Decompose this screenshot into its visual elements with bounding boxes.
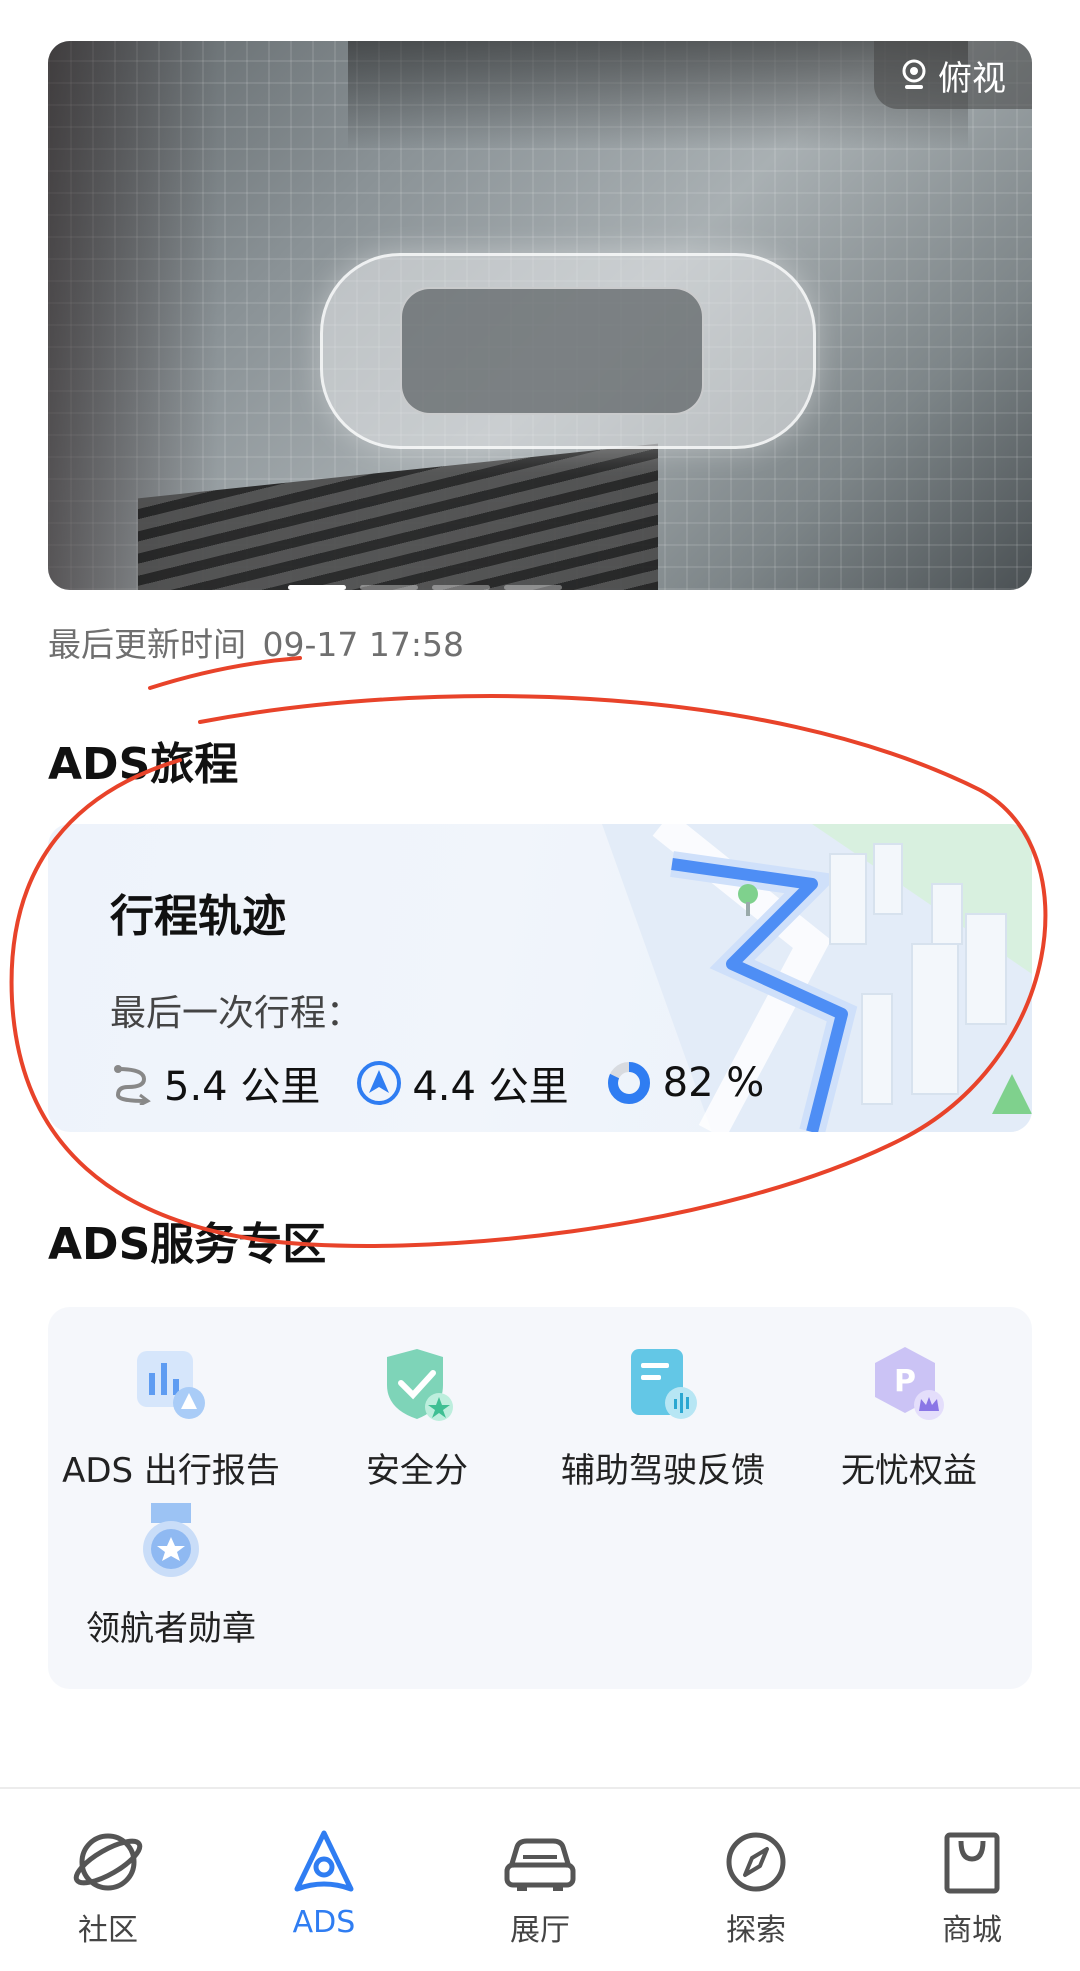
shield-check-icon <box>377 1345 457 1425</box>
assist-ratio-value: 82 % <box>662 1060 765 1106</box>
nav-label: 社区 <box>78 1913 138 1948</box>
compass-icon <box>726 1832 786 1892</box>
route-icon <box>114 1065 151 1105</box>
service-ads-report[interactable]: ADS 出行报告 <box>48 1345 294 1492</box>
assisted-distance-value: 4.4 公里 <box>412 1064 569 1110</box>
camera-view[interactable]: 俯视 <box>48 41 1032 590</box>
report-chart-icon <box>131 1345 211 1425</box>
last-trip-label: 最后一次行程： <box>110 993 363 1034</box>
nav-label: 展厅 <box>510 1913 570 1948</box>
top-view-button[interactable]: 俯视 <box>874 41 1032 109</box>
nav-community[interactable]: 社区 <box>0 1789 216 1971</box>
assist-ratio: 82 % <box>605 1059 765 1107</box>
service-label: 辅助驾驶反馈 <box>561 1451 765 1491</box>
last-update-label: 最后更新时间 <box>48 625 246 664</box>
last-update-value: 09-17 17:58 <box>262 625 464 664</box>
nav-label: ADS <box>292 1905 356 1940</box>
medal-icon <box>131 1503 211 1583</box>
planet-icon <box>73 1833 143 1891</box>
donut-progress-icon <box>607 1062 650 1104</box>
nav-ads[interactable]: ADS <box>216 1789 432 1971</box>
last-update-time: 最后更新时间 09-17 17:58 <box>48 618 464 666</box>
carousel-dot <box>288 585 346 590</box>
ads-icon <box>294 1830 354 1892</box>
car-icon <box>504 1838 576 1891</box>
premium-p-icon: P <box>869 1345 949 1425</box>
car-roof <box>400 287 704 415</box>
svg-text:P: P <box>894 1364 916 1399</box>
camera-icon <box>902 59 926 89</box>
service-label: 领航者勋章 <box>86 1609 256 1649</box>
services-panel: ADS 出行报告 安全分 辅助驾驶反馈 P 无忧权益 领航者勋章 <box>48 1307 1032 1689</box>
trip-stats: 5.4 公里 4.4 公里 82 % <box>110 1054 800 1112</box>
service-label: ADS 出行报告 <box>62 1451 280 1491</box>
assisted-distance: 4.4 公里 <box>356 1054 569 1112</box>
top-view-label: 俯视 <box>938 58 1006 99</box>
nav-explore[interactable]: 探索 <box>648 1789 864 1971</box>
trip-track-card[interactable]: 行程轨迹 最后一次行程： 5.4 公里 4.4 公里 82 % <box>48 824 1032 1132</box>
journey-section-title: ADS旅程 <box>48 739 239 790</box>
services-section-title: ADS服务专区 <box>48 1219 327 1270</box>
carousel-dot <box>504 585 562 590</box>
nav-showroom[interactable]: 展厅 <box>432 1789 648 1971</box>
service-safety-score[interactable]: 安全分 <box>294 1345 540 1492</box>
carousel-dot <box>432 585 490 590</box>
bottom-nav: 社区 ADS 展厅 探索 商城 <box>0 1789 1080 1971</box>
service-driving-feedback[interactable]: 辅助驾驶反馈 <box>540 1345 786 1492</box>
trip-distance-value: 5.4 公里 <box>164 1064 321 1110</box>
shopping-bag-icon <box>944 1832 1000 1894</box>
nav-label: 商城 <box>942 1913 1002 1948</box>
carousel-dot <box>360 585 418 590</box>
service-label: 无忧权益 <box>841 1451 977 1491</box>
feedback-doc-icon <box>623 1345 703 1425</box>
trip-track-title: 行程轨迹 <box>110 891 286 942</box>
nav-label: 探索 <box>726 1913 786 1948</box>
service-navigator-medal[interactable]: 领航者勋章 <box>48 1503 294 1650</box>
carousel-indicator <box>288 585 562 590</box>
navigation-icon <box>357 1061 402 1105</box>
trip-distance: 5.4 公里 <box>110 1054 320 1112</box>
service-label: 安全分 <box>366 1451 468 1491</box>
nav-mall[interactable]: 商城 <box>864 1789 1080 1971</box>
service-worry-free-benefits[interactable]: P 无忧权益 <box>786 1345 1032 1492</box>
